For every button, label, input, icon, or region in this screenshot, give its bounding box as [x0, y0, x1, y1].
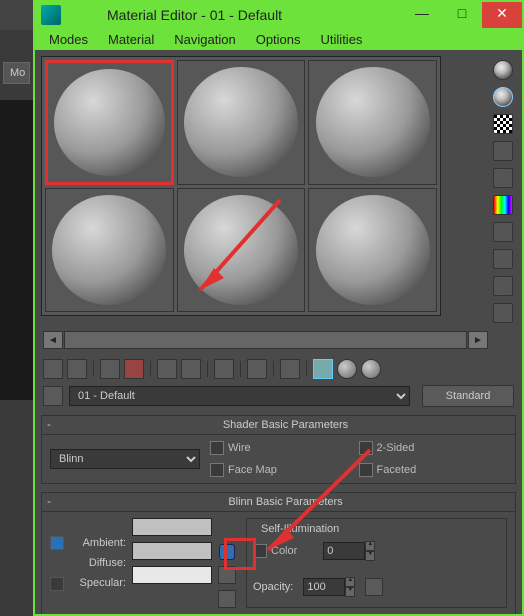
show-end-result-icon[interactable] — [313, 359, 333, 379]
material-slot-2[interactable] — [177, 60, 306, 185]
diffuse-swatch[interactable] — [132, 542, 212, 560]
side-toolbar — [488, 56, 518, 327]
menu-navigation[interactable]: Navigation — [164, 30, 245, 49]
make-preview-icon[interactable] — [493, 195, 513, 215]
collapse-icon[interactable]: - — [42, 496, 56, 508]
material-slot-3[interactable] — [308, 60, 437, 185]
material-slot-4[interactable] — [45, 188, 174, 313]
shader-basic-rollout: - Shader Basic Parameters Blinn Wire 2-S… — [41, 415, 516, 484]
left-panel-tab[interactable]: Mo — [3, 62, 30, 84]
app-icon — [41, 5, 61, 25]
material-type-button[interactable]: Standard — [422, 385, 514, 407]
opacity-spinner[interactable]: ▲▼ — [303, 577, 355, 597]
background-icon[interactable] — [493, 114, 513, 134]
wire-checkbox[interactable]: Wire — [210, 441, 343, 455]
diffuse-specular-lock-icon[interactable] — [50, 577, 64, 591]
sphere-preview — [184, 67, 298, 177]
diffuse-label: Diffuse: — [70, 557, 126, 569]
material-slot-6[interactable] — [308, 188, 437, 313]
sphere-preview — [54, 69, 164, 176]
put-to-library-icon[interactable] — [214, 359, 234, 379]
titlebar[interactable]: Material Editor - 01 - Default — □ ✕ — [35, 2, 522, 28]
menu-utilities[interactable]: Utilities — [311, 30, 373, 49]
two-sided-checkbox[interactable]: 2-Sided — [359, 441, 492, 455]
sample-uv-icon[interactable] — [493, 141, 513, 161]
show-map-icon[interactable] — [280, 359, 300, 379]
close-button[interactable]: ✕ — [482, 2, 522, 28]
video-color-icon[interactable] — [493, 168, 513, 188]
material-name-dropdown[interactable]: 01 - Default — [69, 386, 410, 406]
collapse-icon[interactable]: - — [42, 419, 56, 431]
slots-scrollbar[interactable]: ◄ ► — [43, 331, 488, 349]
make-copy-icon[interactable] — [157, 359, 177, 379]
rollout-title: Shader Basic Parameters — [56, 419, 515, 431]
menu-modes[interactable]: Modes — [39, 30, 98, 49]
put-to-scene-icon[interactable] — [67, 359, 87, 379]
scrollbar-track[interactable] — [64, 331, 467, 349]
specular-label: Specular: — [70, 577, 126, 589]
material-slot-5[interactable] — [177, 188, 306, 313]
select-by-material-icon[interactable] — [493, 249, 513, 269]
specular-map-button[interactable] — [218, 590, 236, 608]
ambient-label: Ambient: — [70, 537, 126, 549]
get-material-icon[interactable] — [43, 359, 63, 379]
scroll-left-button[interactable]: ◄ — [43, 331, 63, 349]
reset-map-icon[interactable] — [124, 359, 144, 379]
backlight-icon[interactable] — [493, 87, 513, 107]
faceted-checkbox[interactable]: Faceted — [359, 463, 492, 477]
specular-swatch[interactable] — [132, 566, 212, 584]
sphere-preview — [52, 195, 166, 305]
shader-dropdown[interactable]: Blinn — [50, 449, 200, 469]
sphere-preview — [316, 195, 430, 305]
material-id-icon[interactable] — [247, 359, 267, 379]
options-icon[interactable] — [493, 222, 513, 242]
ambient-swatch[interactable] — [132, 518, 212, 536]
maximize-button[interactable]: □ — [442, 2, 482, 28]
go-forward-icon[interactable] — [361, 359, 381, 379]
material-editor-window: Material Editor - 01 - Default — □ ✕ Mod… — [33, 0, 524, 616]
lock-bracket — [50, 518, 64, 608]
opacity-value[interactable] — [303, 578, 345, 596]
menu-material[interactable]: Material — [98, 30, 164, 49]
self-illum-group-label: Self-Illumination — [257, 523, 343, 535]
material-map-nav-icon[interactable] — [493, 276, 513, 296]
assign-to-selection-icon[interactable] — [100, 359, 120, 379]
spin-down-icon[interactable]: ▼ — [345, 587, 355, 597]
self-illum-value[interactable] — [323, 542, 365, 560]
rollout-header[interactable]: - Shader Basic Parameters — [42, 416, 515, 435]
menu-options[interactable]: Options — [246, 30, 311, 49]
sample-type-icon[interactable] — [493, 60, 513, 80]
material-slot-1[interactable] — [45, 60, 174, 185]
pick-material-icon[interactable] — [43, 386, 63, 406]
face-map-checkbox[interactable]: Face Map — [210, 463, 343, 477]
diffuse-map-button[interactable] — [218, 566, 236, 584]
menubar: Modes Material Navigation Options Utilit… — [35, 28, 522, 50]
lower-toolbar — [35, 357, 522, 381]
sphere-preview — [184, 195, 298, 305]
spin-up-icon[interactable]: ▲ — [365, 541, 375, 551]
self-illum-spinner[interactable]: ▲▼ — [323, 541, 375, 561]
scroll-right-button[interactable]: ► — [468, 331, 488, 349]
material-slots — [41, 56, 441, 316]
ambient-lock-icon[interactable] — [219, 544, 235, 560]
rollout-title: Blinn Basic Parameters — [56, 496, 515, 508]
slots-3x2-icon[interactable] — [493, 303, 513, 323]
spin-up-icon[interactable]: ▲ — [345, 577, 355, 587]
minimize-button[interactable]: — — [402, 2, 442, 28]
self-illum-color-checkbox[interactable]: Color — [253, 544, 297, 558]
spin-down-icon[interactable]: ▼ — [365, 551, 375, 561]
sphere-preview — [316, 67, 430, 177]
blinn-basic-rollout: - Blinn Basic Parameters Ambient: Dif — [41, 492, 516, 614]
window-title: Material Editor - 01 - Default — [67, 7, 402, 23]
rollout-header[interactable]: - Blinn Basic Parameters — [42, 493, 515, 512]
ambient-diffuse-lock-icon[interactable] — [50, 536, 64, 550]
make-unique-icon[interactable] — [181, 359, 201, 379]
go-to-parent-icon[interactable] — [337, 359, 357, 379]
opacity-map-button[interactable] — [365, 578, 383, 596]
opacity-label: Opacity: — [253, 581, 293, 593]
